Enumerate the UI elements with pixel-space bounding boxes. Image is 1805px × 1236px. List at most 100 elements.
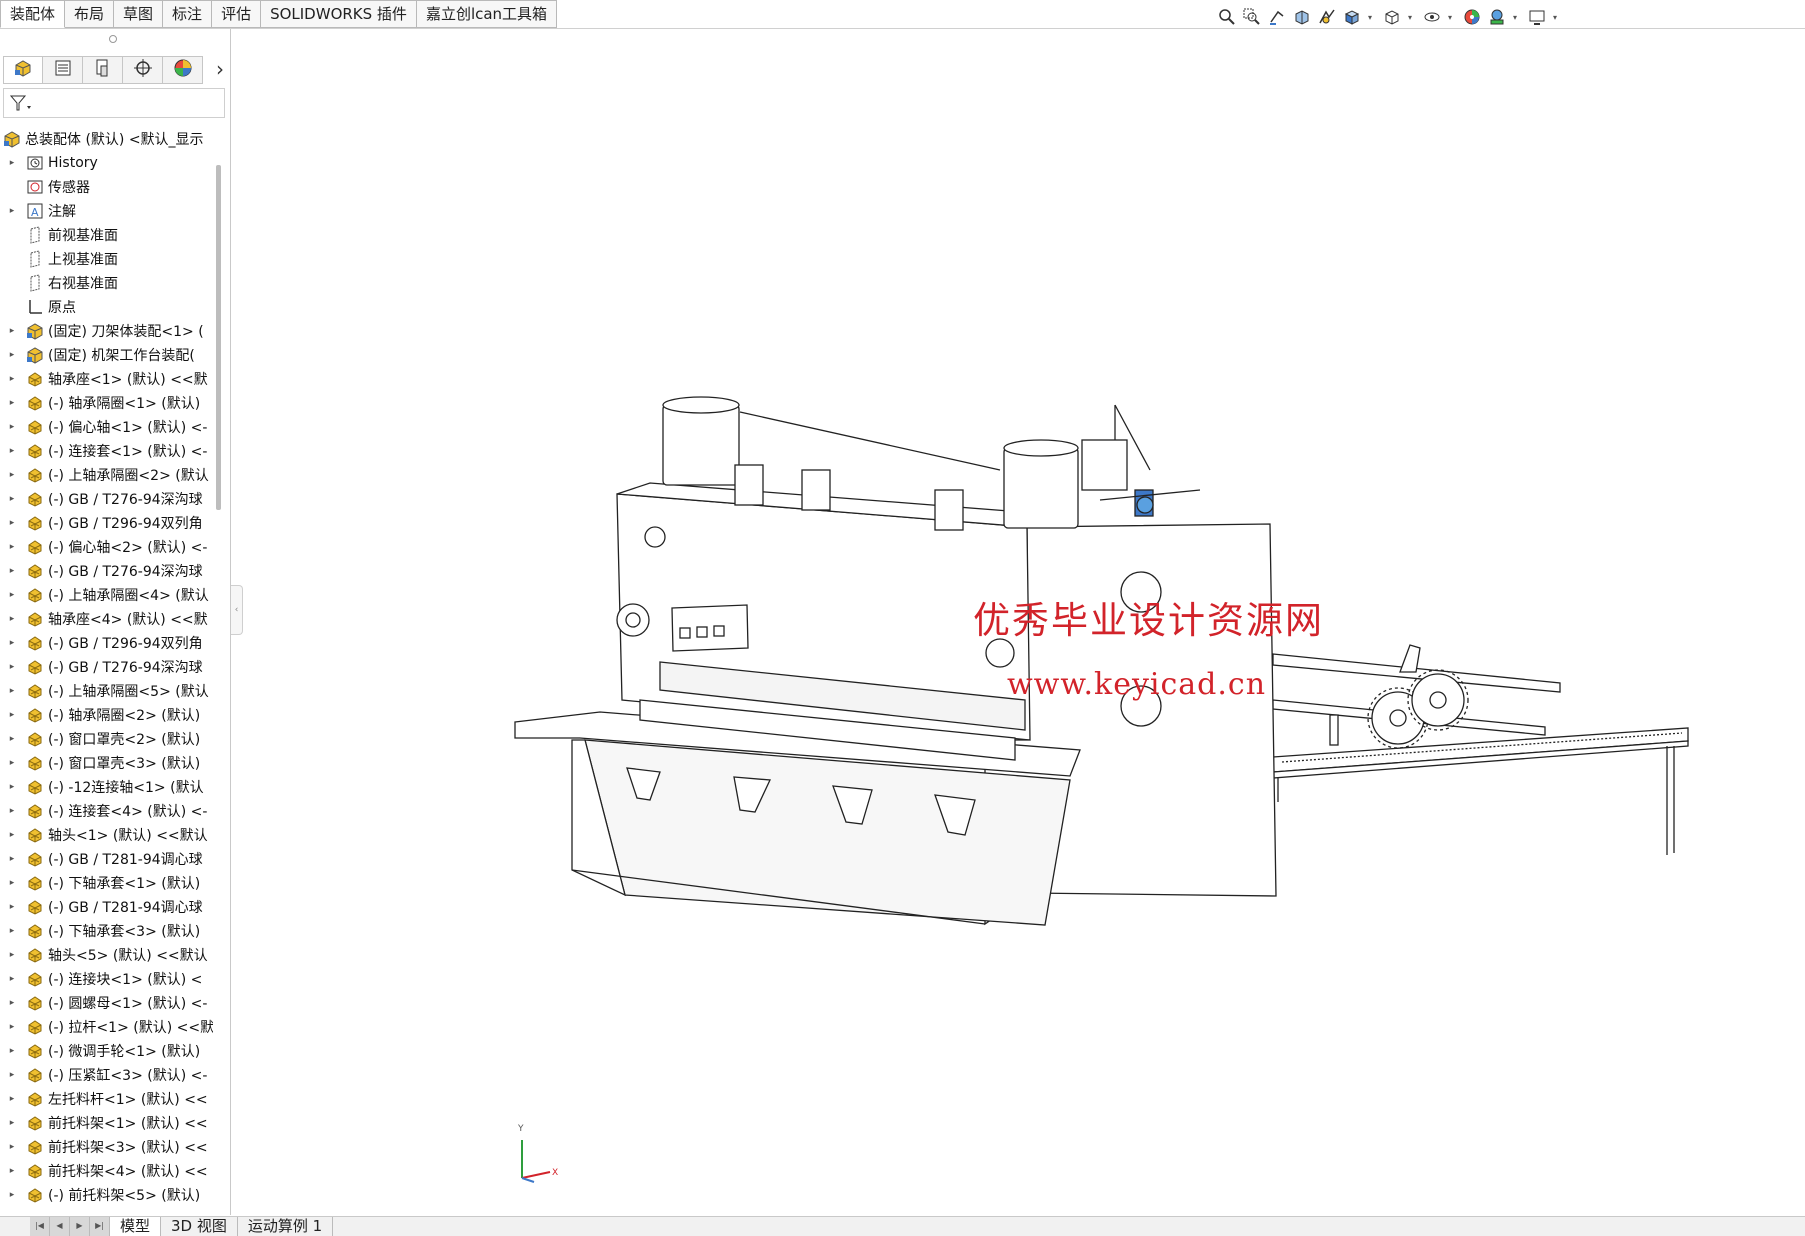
tree-item[interactable]: ▸ (固定) 机架工作台装配( bbox=[0, 343, 215, 367]
tree-item[interactable]: ▸ A 注解 bbox=[0, 199, 215, 223]
propertymanager-tab[interactable] bbox=[43, 56, 83, 84]
tree-item[interactable]: ▸ (-) 连接套<1> (默认) <- bbox=[0, 439, 215, 463]
configurationmanager-tab[interactable] bbox=[83, 56, 123, 84]
dimxpert-tab[interactable] bbox=[123, 56, 163, 84]
tab-lcan-toolbox[interactable]: 嘉立创lcan工具箱 bbox=[416, 0, 558, 28]
tab-motion-study[interactable]: 运动算例 1 bbox=[237, 1217, 334, 1236]
tree-item[interactable]: ▸ History bbox=[0, 151, 215, 175]
tree-item[interactable]: ▸ (-) 轴承隔圈<1> (默认) bbox=[0, 391, 215, 415]
tab-model[interactable]: 模型 bbox=[110, 1217, 162, 1236]
edit-appearance-icon[interactable] bbox=[1461, 6, 1483, 28]
tree-item[interactable]: 右视基准面 bbox=[0, 271, 215, 295]
tree-item[interactable]: ▸ (-) 轴承隔圈<2> (默认) bbox=[0, 703, 215, 727]
first-tab-arrow-icon[interactable]: |◀ bbox=[30, 1217, 50, 1236]
expand-arrow-icon[interactable]: ▸ bbox=[6, 902, 18, 912]
tree-item[interactable]: ▸ (-) GB / T281-94调心球 bbox=[0, 847, 215, 871]
tab-solidworks-addins[interactable]: SOLIDWORKS 插件 bbox=[261, 0, 417, 28]
next-tab-arrow-icon[interactable]: ▶ bbox=[70, 1217, 90, 1236]
expand-arrow-icon[interactable]: ▸ bbox=[6, 854, 18, 864]
tree-item[interactable]: 前视基准面 bbox=[0, 223, 215, 247]
expand-arrow-icon[interactable]: ▸ bbox=[6, 782, 18, 792]
panel-splitter-grip[interactable] bbox=[109, 35, 117, 43]
tree-item[interactable]: ▸ (-) 上轴承隔圈<5> (默认 bbox=[0, 679, 215, 703]
display-style-icon[interactable] bbox=[1381, 6, 1403, 28]
tree-item[interactable]: ▸ (-) GB / T276-94深沟球 bbox=[0, 559, 215, 583]
tab-assembly[interactable]: 装配体 bbox=[0, 0, 66, 28]
expand-arrow-icon[interactable]: ▸ bbox=[6, 470, 18, 480]
expand-arrow-icon[interactable]: ▸ bbox=[6, 566, 18, 576]
apply-scene-dropdown-icon[interactable]: ▾ bbox=[1511, 13, 1519, 22]
tree-item[interactable]: ▸ (-) 微调手轮<1> (默认) bbox=[0, 1039, 215, 1063]
tree-root-assembly[interactable]: 总装配体 (默认) <默认_显示 bbox=[0, 127, 215, 151]
tree-item[interactable]: ▸ (-) 上轴承隔圈<4> (默认 bbox=[0, 583, 215, 607]
tree-item[interactable]: ▸ (-) GB / T276-94深沟球 bbox=[0, 487, 215, 511]
apply-scene-icon[interactable] bbox=[1486, 6, 1508, 28]
expand-arrow-icon[interactable]: ▸ bbox=[6, 734, 18, 744]
zoom-to-fit-icon[interactable] bbox=[1216, 6, 1238, 28]
tree-item[interactable]: ▸ (-) 下轴承套<3> (默认) bbox=[0, 919, 215, 943]
previous-view-icon[interactable] bbox=[1266, 6, 1288, 28]
tab-sketch[interactable]: 草图 bbox=[114, 0, 164, 28]
expand-arrow-icon[interactable]: ▸ bbox=[6, 1046, 18, 1056]
dynamic-annotation-icon[interactable] bbox=[1316, 6, 1338, 28]
expand-arrow-icon[interactable]: ▸ bbox=[6, 998, 18, 1008]
expand-arrow-icon[interactable]: ▸ bbox=[6, 710, 18, 720]
expand-arrow-icon[interactable]: ▸ bbox=[6, 422, 18, 432]
expand-arrow-icon[interactable]: ▸ bbox=[6, 926, 18, 936]
tree-item[interactable]: ▸ (-) 窗口罩壳<3> (默认) bbox=[0, 751, 215, 775]
tree-item[interactable]: ▸ 前托料架<1> (默认) << bbox=[0, 1111, 215, 1135]
prev-tab-arrow-icon[interactable]: ◀ bbox=[50, 1217, 70, 1236]
expand-arrow-icon[interactable]: ▸ bbox=[6, 614, 18, 624]
tree-item[interactable]: 传感器 bbox=[0, 175, 215, 199]
expand-arrow-icon[interactable]: ▸ bbox=[6, 1094, 18, 1104]
expand-arrow-icon[interactable]: ▸ bbox=[6, 542, 18, 552]
view-orientation-icon[interactable] bbox=[1341, 6, 1363, 28]
hide-show-icon[interactable] bbox=[1421, 6, 1443, 28]
section-view-icon[interactable] bbox=[1291, 6, 1313, 28]
tree-item[interactable]: ▸ (-) 压紧缸<3> (默认) <- bbox=[0, 1063, 215, 1087]
expand-arrow-icon[interactable]: ▸ bbox=[6, 350, 18, 360]
tab-3d-view[interactable]: 3D 视图 bbox=[161, 1217, 238, 1236]
zoom-area-icon[interactable] bbox=[1241, 6, 1263, 28]
display-style-dropdown-icon[interactable]: ▾ bbox=[1406, 13, 1414, 22]
expand-arrow-icon[interactable]: ▸ bbox=[6, 1166, 18, 1176]
tree-item[interactable]: ▸ 轴承座<4> (默认) <<默 bbox=[0, 607, 215, 631]
tree-item[interactable]: ▸ (-) 前托料架<5> (默认) bbox=[0, 1183, 215, 1207]
tab-layout[interactable]: 布局 bbox=[65, 0, 115, 28]
view-orientation-dropdown-icon[interactable]: ▾ bbox=[1366, 13, 1374, 22]
expand-arrow-icon[interactable]: ▸ bbox=[6, 974, 18, 984]
displaymanager-tab[interactable] bbox=[163, 56, 203, 84]
panel-collapse-handle[interactable]: ‹ bbox=[231, 585, 243, 635]
tree-item[interactable]: ▸ (-) 圆螺母<1> (默认) <- bbox=[0, 991, 215, 1015]
tab-markup[interactable]: 标注 bbox=[163, 0, 213, 28]
tree-item[interactable]: ▸ (-) 下轴承套<1> (默认) bbox=[0, 871, 215, 895]
hide-show-dropdown-icon[interactable]: ▾ bbox=[1446, 13, 1454, 22]
expand-arrow-icon[interactable]: ▸ bbox=[6, 1118, 18, 1128]
expand-arrow-icon[interactable]: ▸ bbox=[6, 662, 18, 672]
expand-arrow-icon[interactable]: ▸ bbox=[6, 686, 18, 696]
tree-item[interactable]: ▸ (-) GB / T296-94双列角 bbox=[0, 631, 215, 655]
expand-arrow-icon[interactable]: ▸ bbox=[6, 758, 18, 768]
tab-evaluate[interactable]: 评估 bbox=[212, 0, 262, 28]
expand-arrow-icon[interactable]: ▸ bbox=[6, 326, 18, 336]
tree-filter-field[interactable] bbox=[3, 88, 225, 118]
tree-item[interactable]: ▸ (-) GB / T281-94调心球 bbox=[0, 895, 215, 919]
tree-item[interactable]: ▸ (-) GB / T276-94深沟球 bbox=[0, 655, 215, 679]
expand-arrow-icon[interactable]: ▸ bbox=[6, 1070, 18, 1080]
expand-arrow-icon[interactable]: ▸ bbox=[6, 494, 18, 504]
tree-item[interactable]: ▸ (-) 连接套<4> (默认) <- bbox=[0, 799, 215, 823]
expand-arrow-icon[interactable]: ▸ bbox=[6, 830, 18, 840]
last-tab-arrow-icon[interactable]: ▶| bbox=[90, 1217, 110, 1236]
tree-item[interactable]: ▸ (-) 偏心轴<1> (默认) <- bbox=[0, 415, 215, 439]
graphics-area[interactable]: 优秀毕业设计资源网 www.keyicad.cn Y X bbox=[244, 30, 1805, 1215]
expand-arrow-icon[interactable]: ▸ bbox=[6, 158, 18, 168]
tree-item[interactable]: ▸ 左托料杆<1> (默认) << bbox=[0, 1087, 215, 1111]
expand-arrow-icon[interactable]: ▸ bbox=[6, 398, 18, 408]
more-tabs-chevron-icon[interactable]: › bbox=[210, 56, 230, 84]
tree-item[interactable]: ▸ (-) 拉杆<1> (默认) <<默 bbox=[0, 1015, 215, 1039]
tree-item[interactable]: ▸ 轴承座<1> (默认) <<默 bbox=[0, 367, 215, 391]
expand-arrow-icon[interactable]: ▸ bbox=[6, 446, 18, 456]
tree-item[interactable]: ▸ (-) 连接块<1> (默认) < bbox=[0, 967, 215, 991]
expand-arrow-icon[interactable]: ▸ bbox=[6, 638, 18, 648]
tree-item[interactable]: ▸ (-) 上轴承隔圈<2> (默认 bbox=[0, 463, 215, 487]
